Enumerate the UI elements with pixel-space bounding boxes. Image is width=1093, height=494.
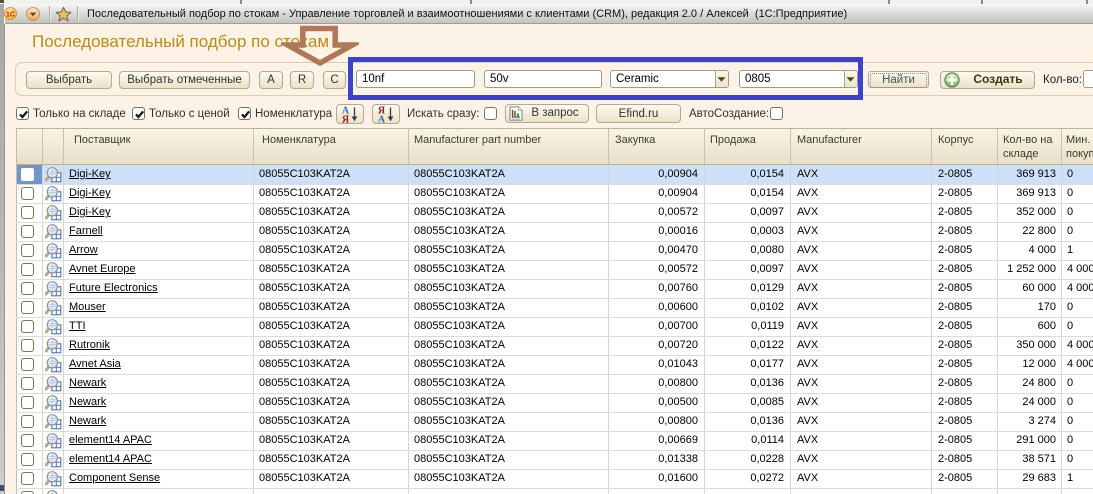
svg-text:1C: 1C	[6, 11, 15, 18]
svg-text:Я: Я	[342, 115, 350, 124]
svg-text:А: А	[378, 115, 386, 124]
